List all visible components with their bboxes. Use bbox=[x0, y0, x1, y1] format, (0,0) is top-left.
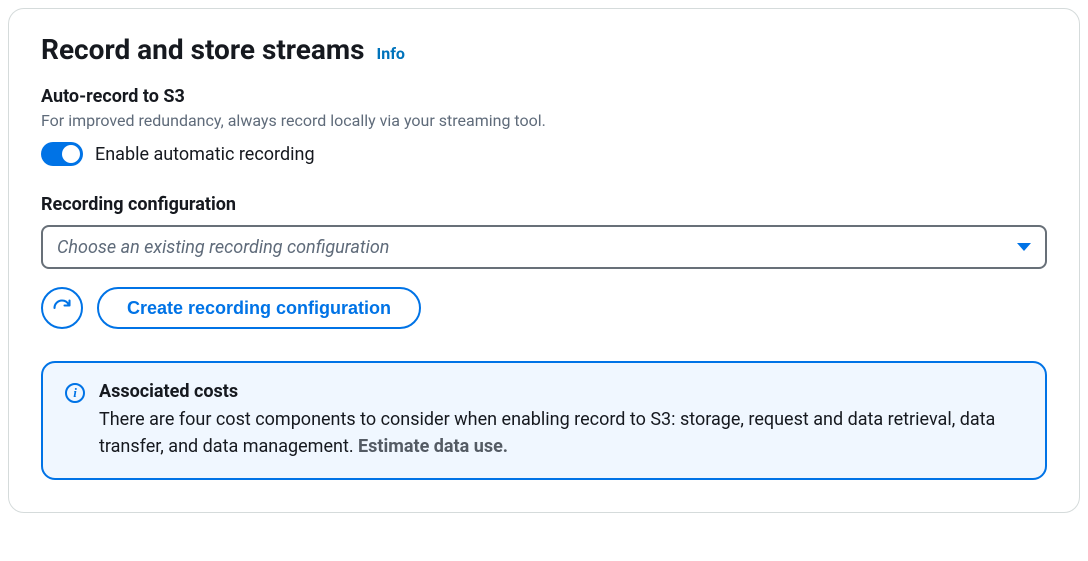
info-box-title: Associated costs bbox=[99, 381, 1023, 402]
auto-record-section: Auto-record to S3 For improved redundanc… bbox=[41, 86, 1047, 166]
estimate-data-use-link[interactable]: Estimate data use. bbox=[358, 436, 508, 457]
info-link[interactable]: Info bbox=[377, 44, 405, 63]
toggle-label: Enable automatic recording bbox=[95, 144, 315, 165]
button-row: Create recording configuration bbox=[41, 287, 1047, 329]
create-config-label: Create recording configuration bbox=[127, 298, 391, 319]
refresh-icon bbox=[52, 298, 72, 318]
toggle-row: Enable automatic recording bbox=[41, 142, 1047, 166]
info-content: Associated costs There are four cost com… bbox=[99, 381, 1023, 460]
info-box-body: There are four cost components to consid… bbox=[99, 406, 1023, 460]
recording-config-section: Recording configuration Choose an existi… bbox=[41, 194, 1047, 269]
auto-record-description: For improved redundancy, always record l… bbox=[41, 111, 1047, 130]
record-store-panel: Record and store streams Info Auto-recor… bbox=[8, 8, 1080, 513]
caret-down-icon bbox=[1017, 243, 1031, 251]
auto-record-toggle[interactable] bbox=[41, 142, 83, 166]
refresh-button[interactable] bbox=[41, 287, 83, 329]
create-config-button[interactable]: Create recording configuration bbox=[97, 287, 421, 329]
select-placeholder: Choose an existing recording configurati… bbox=[57, 237, 389, 258]
info-box-text: There are four cost components to consid… bbox=[99, 409, 995, 457]
recording-config-label: Recording configuration bbox=[41, 194, 1047, 215]
info-icon: i bbox=[65, 383, 85, 403]
recording-config-select[interactable]: Choose an existing recording configurati… bbox=[41, 225, 1047, 269]
auto-record-label: Auto-record to S3 bbox=[41, 86, 1047, 107]
toggle-knob bbox=[62, 145, 80, 163]
associated-costs-box: i Associated costs There are four cost c… bbox=[41, 361, 1047, 480]
panel-header: Record and store streams Info bbox=[41, 33, 1047, 66]
info-icon-wrap: i bbox=[65, 381, 85, 460]
panel-title: Record and store streams bbox=[41, 33, 365, 66]
